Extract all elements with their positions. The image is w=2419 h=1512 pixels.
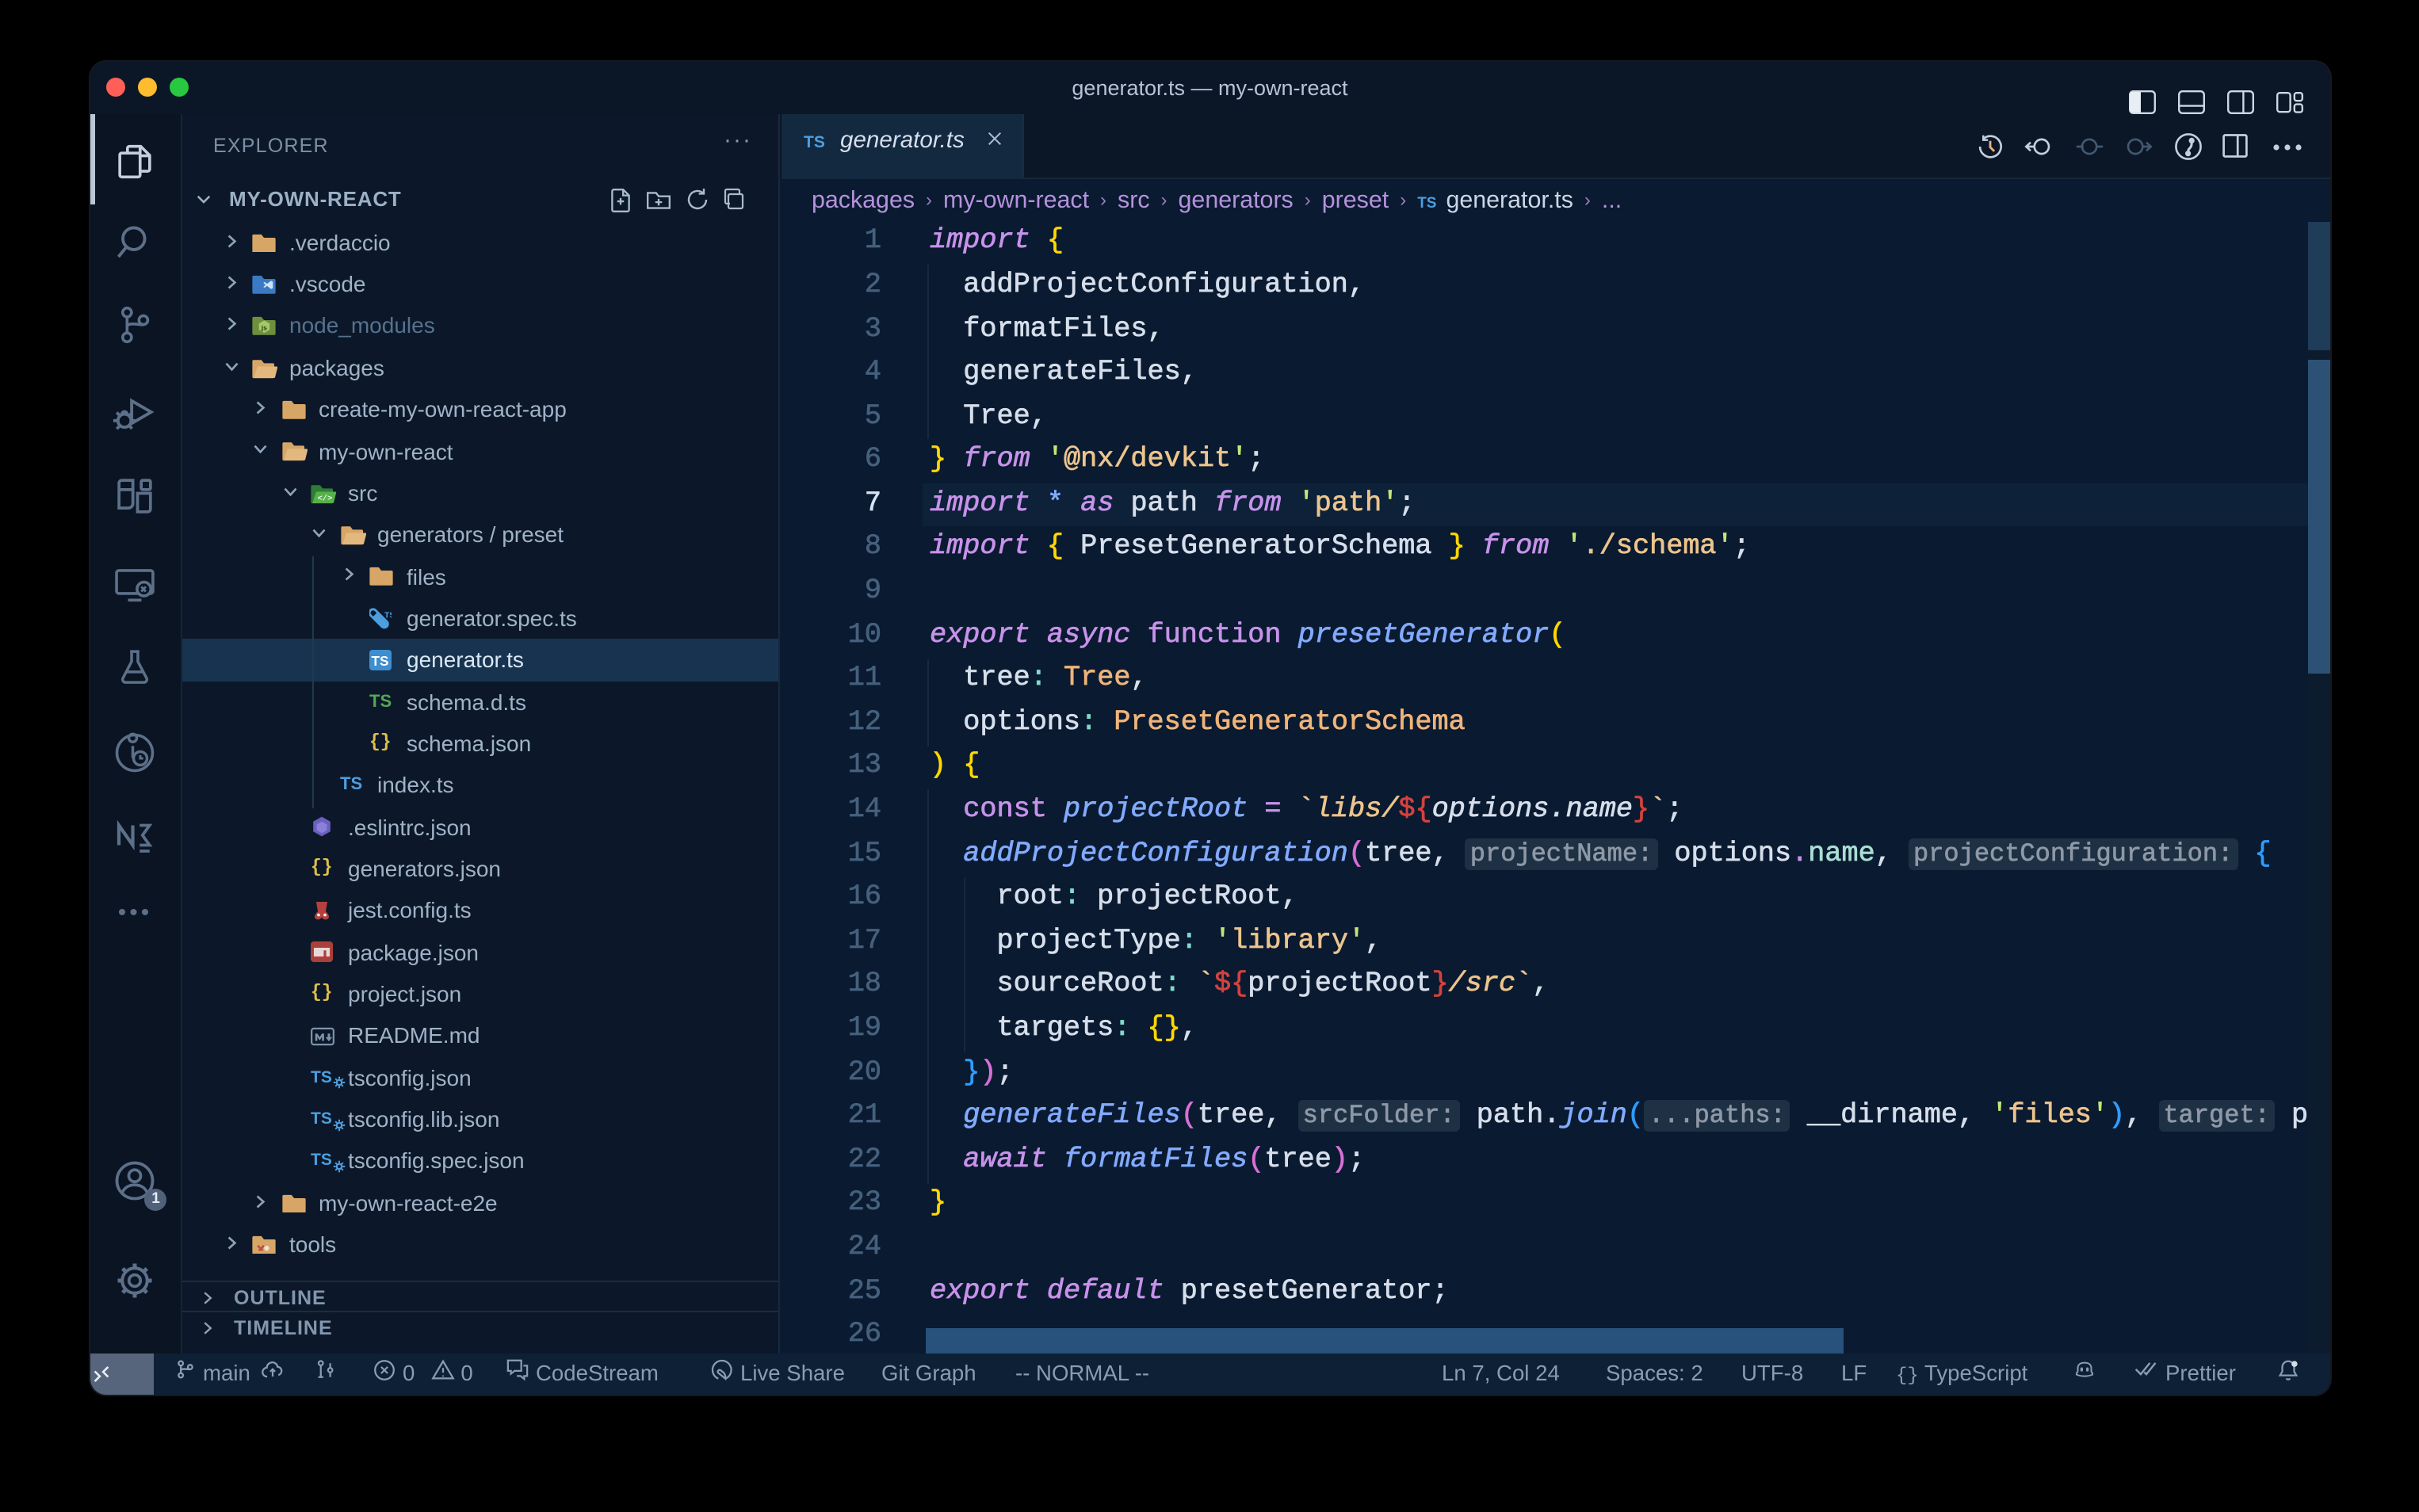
- svg-text:</>: </>: [318, 494, 333, 503]
- svg-text:js: js: [261, 324, 267, 332]
- svg-text:TS: TS: [384, 612, 392, 620]
